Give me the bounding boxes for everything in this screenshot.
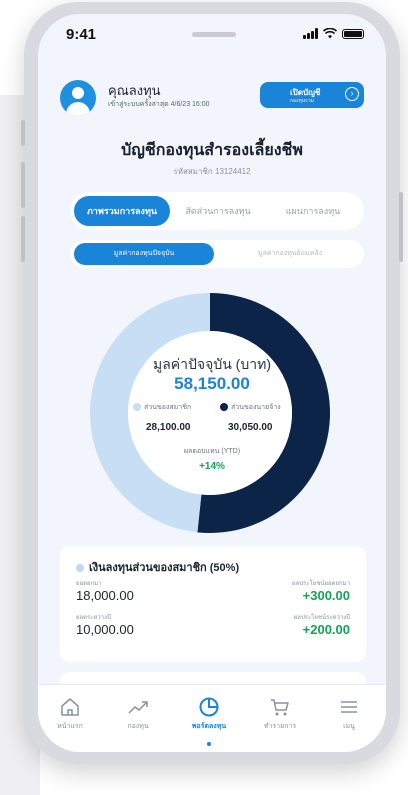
- subtab-current-value[interactable]: มูลค่ากองทุนปัจจุบัน: [74, 243, 214, 265]
- period-gain-label: ผลประโยชน์ระหว่างปี: [293, 615, 350, 621]
- nav-portfolio-label: พอร์ตลงทุน: [191, 723, 227, 730]
- member-card-title: เงินลงทุนส่วนของสมาชิก (50%): [76, 558, 239, 576]
- phone-power-button: [399, 192, 403, 262]
- ytd-label: ผลตอบแทน (YTD): [183, 448, 241, 455]
- signal-icon: [303, 28, 318, 39]
- member-legend-dot: [133, 403, 141, 412]
- portfolio-donut-chart: [90, 293, 330, 533]
- menu-icon: [341, 701, 357, 713]
- open-account-button[interactable]: เปิดบัญชี กองทุนรวม ›: [260, 82, 364, 108]
- tab-overview[interactable]: ภาพรวมการลงทุน: [74, 196, 170, 226]
- tab-allocation[interactable]: สัดส่วนการลงทุน: [170, 196, 266, 226]
- last-login-text: เข้าสู่ระบบครั้งล่าสุด 4/6/23 16:00: [108, 101, 210, 108]
- avatar[interactable]: [60, 80, 96, 116]
- chevron-right-icon: ›: [345, 87, 359, 101]
- legend-member: ส่วนของสมาชิก: [133, 402, 191, 413]
- subtab-historical-value[interactable]: มูลค่ากองทุนย้อนหลัง: [220, 243, 360, 265]
- nav-funds-label: กองทุน: [127, 723, 149, 730]
- principal-gain-label: ผลประโยชน์ยอดยกมา: [292, 581, 350, 587]
- battery-icon: [342, 28, 364, 39]
- legend-employer-label: ส่วนของนายจ้าง: [231, 404, 281, 411]
- nav-menu-label: เมนู: [343, 723, 355, 730]
- status-bar: 9:41: [38, 14, 386, 58]
- period-gain-value: +200.00: [302, 622, 350, 637]
- nav-menu[interactable]: เมนู: [319, 695, 379, 732]
- member-investment-card[interactable]: เงินลงทุนส่วนของสมาชิก (50%) ยอดยกมา 18,…: [60, 546, 366, 662]
- ytd-value: +14%: [199, 461, 225, 472]
- phone-volume-up: [21, 162, 25, 208]
- member-card-title-text: เงินลงทุนส่วนของสมาชิก (50%): [89, 562, 240, 574]
- current-value-label: มูลค่าปัจจุบัน (บาท): [153, 356, 271, 372]
- user-name: คุณลงทุน: [108, 83, 161, 98]
- period-value: 10,000.00: [76, 622, 134, 637]
- employer-value: 30,050.00: [228, 422, 273, 433]
- account-title: บัญชีกองทุนสำรองเลี้ยงชีพ: [121, 142, 303, 159]
- open-account-sublabel: กองทุนรวม: [290, 98, 314, 104]
- status-time: 9:41: [66, 26, 97, 43]
- active-indicator-dot: [207, 742, 211, 746]
- nav-transactions-label: ทำรายการ: [263, 723, 297, 730]
- nav-home-label: หน้าแรก: [57, 723, 83, 730]
- nav-transactions[interactable]: ทำรายการ: [250, 695, 310, 732]
- nav-funds[interactable]: กองทุน: [108, 695, 168, 732]
- speaker-notch: [192, 32, 236, 37]
- member-code: รหัสสมาชิก 13124412: [173, 167, 251, 176]
- member-value: 28,100.00: [146, 422, 191, 433]
- period-label: ยอดระหว่างปี: [76, 615, 111, 621]
- phone-volume-down: [21, 216, 25, 262]
- bottom-navigation: หน้าแรก กองทุน พอร์ตลงทุน ทำรายการ เมนู: [38, 684, 386, 752]
- sub-tabs: มูลค่ากองทุนปัจจุบัน มูลค่ากองทุนย้อนหลั…: [70, 240, 364, 268]
- principal-gain-value: +300.00: [302, 588, 350, 603]
- main-tabs: ภาพรวมการลงทุน สัดส่วนการลงทุน แผนการลงท…: [70, 192, 364, 230]
- cart-icon: [271, 699, 289, 716]
- phone-mute-switch: [21, 120, 25, 146]
- trend-icon: [128, 701, 148, 714]
- tab-investment-plan[interactable]: แผนการลงทุน: [266, 196, 360, 226]
- nav-portfolio[interactable]: พอร์ตลงทุน: [179, 695, 239, 732]
- pie-chart-icon: [199, 697, 219, 717]
- principal-value: 18,000.00: [76, 588, 134, 603]
- system-icons: [303, 28, 364, 39]
- legend-member-label: ส่วนของสมาชิก: [144, 404, 192, 411]
- principal-label: ยอดยกมา: [76, 581, 102, 587]
- current-value: 58,150.00: [174, 374, 250, 393]
- employer-legend-dot: [220, 403, 228, 412]
- member-color-dot: [76, 564, 84, 573]
- nav-home[interactable]: หน้าแรก: [40, 695, 100, 732]
- legend-employer: ส่วนของนายจ้าง: [220, 402, 281, 413]
- app-screen: 9:41 คุณลงทุน เข้าสู่ระบบครั้งล่าสุด 4/6…: [38, 14, 386, 752]
- home-icon: [61, 698, 79, 716]
- wifi-icon: [323, 28, 337, 39]
